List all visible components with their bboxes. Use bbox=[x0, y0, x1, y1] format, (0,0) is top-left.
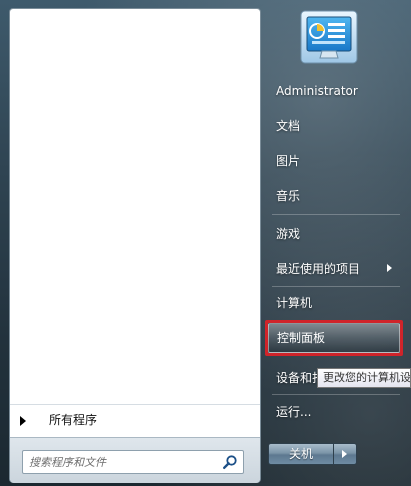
triangle-right-icon bbox=[20, 416, 26, 426]
music-item[interactable]: 音乐 bbox=[268, 181, 405, 211]
recent-items-item[interactable]: 最近使用的项目 bbox=[268, 254, 405, 284]
run-item[interactable]: 运行... bbox=[268, 397, 405, 427]
left-pane: 所有程序 bbox=[9, 8, 261, 483]
recent-items-label: 最近使用的项目 bbox=[276, 262, 361, 276]
separator bbox=[272, 214, 400, 215]
documents-label: 文档 bbox=[276, 119, 301, 133]
shutdown-button[interactable]: 关机 bbox=[268, 443, 334, 465]
search-area bbox=[10, 437, 260, 483]
red-highlight-box bbox=[265, 320, 403, 356]
chevron-right-icon bbox=[387, 264, 392, 272]
search-icon[interactable] bbox=[222, 454, 238, 470]
run-label: 运行... bbox=[276, 405, 312, 419]
search-input[interactable] bbox=[29, 454, 219, 470]
separator bbox=[272, 286, 400, 287]
computer-label: 计算机 bbox=[276, 296, 313, 310]
documents-item[interactable]: 文档 bbox=[268, 111, 405, 141]
control-panel-avatar-icon[interactable] bbox=[300, 10, 358, 64]
all-programs-button[interactable]: 所有程序 bbox=[10, 404, 260, 435]
separator bbox=[272, 394, 400, 395]
user-name-label: Administrator bbox=[276, 84, 358, 98]
games-label: 游戏 bbox=[276, 227, 301, 241]
search-box[interactable] bbox=[22, 450, 244, 474]
start-menu: 所有程序 搜索程序和文件 Administrator 文档 图片 音乐 游戏 最… bbox=[0, 0, 411, 486]
all-programs-label: 所有程序 bbox=[49, 413, 98, 427]
chevron-right-icon bbox=[342, 450, 347, 458]
pictures-label: 图片 bbox=[276, 154, 301, 168]
tooltip: 更改您的计算机设置 bbox=[317, 368, 411, 388]
shutdown-options-button[interactable] bbox=[334, 443, 357, 465]
music-label: 音乐 bbox=[276, 189, 301, 203]
user-name-item[interactable]: Administrator bbox=[268, 76, 405, 106]
pinned-programs-list bbox=[10, 9, 260, 397]
shutdown-group: 关机 bbox=[268, 443, 357, 465]
pictures-item[interactable]: 图片 bbox=[268, 146, 405, 176]
computer-item[interactable]: 计算机 bbox=[268, 288, 405, 318]
games-item[interactable]: 游戏 bbox=[268, 219, 405, 249]
